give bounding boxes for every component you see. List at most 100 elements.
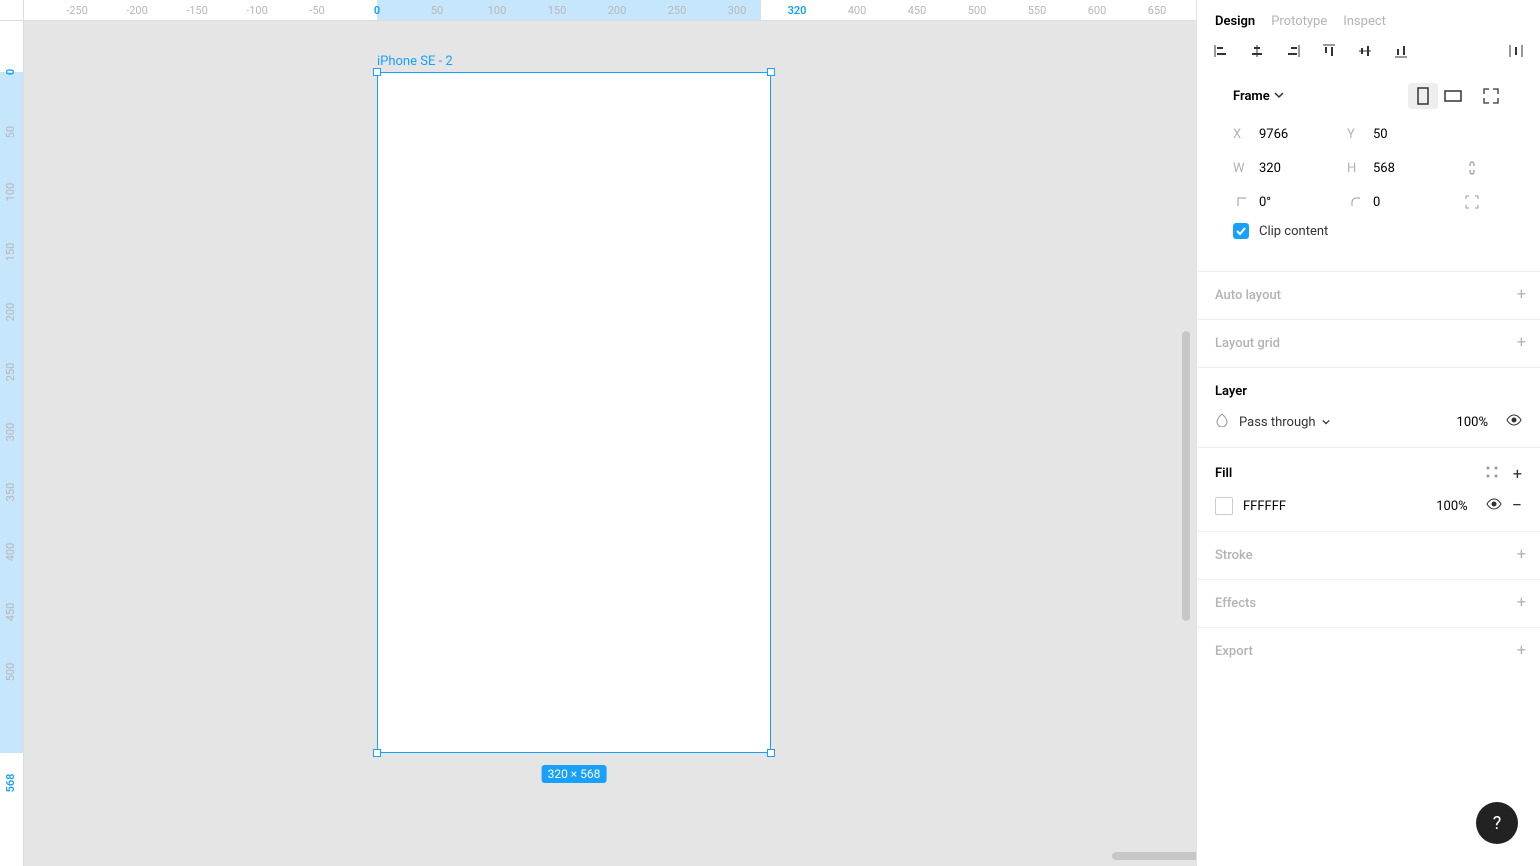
ruler-tick: 50 xyxy=(431,4,443,17)
section-layer: Layer Pass through 100% xyxy=(1197,367,1540,447)
add-export-icon[interactable]: + xyxy=(1517,642,1526,658)
ruler-tick: 200 xyxy=(608,4,627,17)
constrain-proportions-icon[interactable] xyxy=(1461,160,1483,176)
align-vcenter-icon[interactable] xyxy=(1357,43,1373,59)
export-title: Export xyxy=(1215,644,1253,659)
resize-to-fit-icon[interactable] xyxy=(1478,83,1504,109)
rotation-input[interactable]: 0° xyxy=(1259,195,1339,210)
layout-grid-title: Layout grid xyxy=(1215,336,1280,351)
ruler-corner xyxy=(0,0,24,21)
ruler-tick: 450 xyxy=(4,603,17,622)
ruler-tick: 550 xyxy=(1028,4,1047,17)
section-layout-grid: Layout grid + xyxy=(1197,319,1540,367)
section-stroke: Stroke + xyxy=(1197,531,1540,579)
canvas-scrollbar-vertical[interactable] xyxy=(1182,331,1190,621)
resize-handle-br[interactable] xyxy=(767,749,775,757)
h-input[interactable]: 568 xyxy=(1373,161,1453,176)
align-right-icon[interactable] xyxy=(1285,43,1301,59)
ruler-tick: 250 xyxy=(668,4,687,17)
independent-corners-icon[interactable] xyxy=(1461,195,1483,209)
section-auto-layout: Auto layout + xyxy=(1197,271,1540,319)
visibility-icon[interactable] xyxy=(1486,498,1502,514)
orientation-landscape-button[interactable] xyxy=(1438,83,1468,109)
frame-name-label[interactable]: iPhone SE - 2 xyxy=(377,54,453,69)
chevron-down-icon[interactable] xyxy=(1274,89,1284,104)
add-fill-icon[interactable]: + xyxy=(1513,464,1522,483)
ruler-tick: 600 xyxy=(1088,4,1107,17)
canvas-scrollbar-horizontal[interactable] xyxy=(1112,852,1196,860)
resize-handle-tl[interactable] xyxy=(373,68,381,76)
ruler-tick: -100 xyxy=(246,4,268,17)
add-effect-icon[interactable]: + xyxy=(1517,594,1526,610)
fill-title: Fill xyxy=(1215,466,1232,481)
resize-handle-bl[interactable] xyxy=(373,749,381,757)
alignment-bar xyxy=(1197,41,1540,73)
frame-preset-label[interactable]: Frame xyxy=(1233,89,1270,104)
w-label: W xyxy=(1233,161,1251,176)
resize-handle-tr[interactable] xyxy=(767,68,775,76)
align-hcenter-icon[interactable] xyxy=(1249,43,1265,59)
ruler-tick: 0 xyxy=(4,69,17,75)
ruler-tick: 100 xyxy=(4,183,17,202)
ruler-vertical[interactable]: 050100150200250300350400450500568 xyxy=(0,21,24,866)
layer-title: Layer xyxy=(1215,384,1247,399)
blend-mode-icon[interactable] xyxy=(1215,413,1229,431)
canvas-area[interactable]: -250-200-150-100-50050100150200250300320… xyxy=(0,0,1196,866)
tab-design[interactable]: Design xyxy=(1215,14,1255,29)
blend-mode-select[interactable]: Pass through xyxy=(1239,415,1316,430)
section-fill: Fill + FFFFFF 100% − xyxy=(1197,447,1540,531)
w-input[interactable]: 320 xyxy=(1259,161,1339,176)
x-label: X xyxy=(1233,127,1251,142)
clip-content-checkbox[interactable] xyxy=(1233,223,1249,239)
ruler-tick: 650 xyxy=(1148,4,1167,17)
fill-opacity-input[interactable]: 100% xyxy=(1436,499,1467,514)
fill-color-swatch[interactable] xyxy=(1215,497,1233,515)
align-left-icon[interactable] xyxy=(1213,43,1229,59)
canvas[interactable]: iPhone SE - 2 320 × 568 xyxy=(24,21,1196,866)
ruler-tick: 0 xyxy=(374,4,380,17)
corner-radius-icon xyxy=(1347,196,1365,208)
visibility-icon[interactable] xyxy=(1506,414,1522,430)
ruler-tick: 150 xyxy=(548,4,567,17)
ruler-tick: 250 xyxy=(4,363,17,382)
ruler-tick: -150 xyxy=(186,4,208,17)
ruler-tick: 450 xyxy=(908,4,927,17)
ruler-tick: 150 xyxy=(4,243,17,262)
section-export: Export + xyxy=(1197,627,1540,675)
help-button[interactable]: ? xyxy=(1476,802,1518,844)
add-layout-grid-icon[interactable]: + xyxy=(1517,334,1526,350)
dimension-badge: 320 × 568 xyxy=(542,765,607,783)
fill-hex-input[interactable]: FFFFFF xyxy=(1243,499,1286,514)
chevron-down-icon[interactable] xyxy=(1322,415,1330,430)
align-top-icon[interactable] xyxy=(1321,43,1337,59)
align-bottom-icon[interactable] xyxy=(1393,43,1409,59)
y-input[interactable]: 50 xyxy=(1373,127,1453,142)
corner-radius-input[interactable]: 0 xyxy=(1373,195,1453,210)
ruler-tick: 300 xyxy=(4,423,17,442)
inspector-panel: Design Prototype Inspect Frame X 9766 Y xyxy=(1196,0,1540,866)
add-auto-layout-icon[interactable]: + xyxy=(1517,286,1526,302)
section-effects: Effects + xyxy=(1197,579,1540,627)
ruler-horizontal[interactable]: -250-200-150-100-50050100150200250300320… xyxy=(24,0,1196,21)
distribute-icon[interactable] xyxy=(1508,43,1524,59)
selected-frame[interactable] xyxy=(377,72,771,753)
section-frame: Frame X 9766 Y 50 W 320 H 568 xyxy=(1197,73,1540,271)
effects-title: Effects xyxy=(1215,596,1256,611)
ruler-tick: 400 xyxy=(4,543,17,562)
ruler-tick: 400 xyxy=(848,4,867,17)
add-stroke-icon[interactable]: + xyxy=(1517,546,1526,562)
tab-prototype[interactable]: Prototype xyxy=(1271,14,1327,29)
panel-tabs: Design Prototype Inspect xyxy=(1197,0,1540,41)
layer-opacity-input[interactable]: 100% xyxy=(1457,415,1488,430)
ruler-tick: 568 xyxy=(4,774,17,793)
style-picker-icon[interactable] xyxy=(1485,465,1499,483)
clip-content-label: Clip content xyxy=(1259,224,1328,239)
auto-layout-title: Auto layout xyxy=(1215,288,1281,303)
x-input[interactable]: 9766 xyxy=(1259,127,1339,142)
orientation-portrait-button[interactable] xyxy=(1408,83,1438,109)
tab-inspect[interactable]: Inspect xyxy=(1343,14,1386,29)
ruler-tick: -50 xyxy=(309,4,324,17)
ruler-tick: 100 xyxy=(488,4,507,17)
ruler-tick: 320 xyxy=(788,4,807,17)
ruler-tick: 300 xyxy=(728,4,747,17)
